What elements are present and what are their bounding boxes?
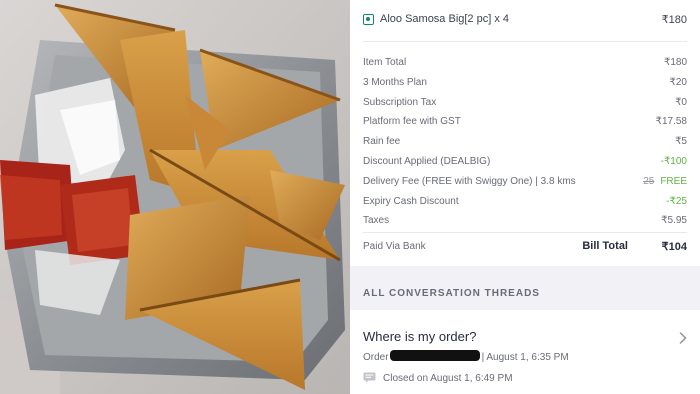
- order-item-row: Aloo Samosa Big[2 pc] x 4 ₹180: [350, 0, 700, 40]
- bill-total-value: ₹104: [661, 241, 687, 253]
- order-details-panel: Aloo Samosa Big[2 pc] x 4 ₹180 Item Tota…: [350, 0, 700, 394]
- order-meta: | August 1, 6:35 PM: [481, 352, 569, 363]
- free-label: FREE: [660, 175, 687, 187]
- food-photo: [0, 0, 350, 394]
- discount-value: -₹100: [660, 155, 687, 167]
- bill-row-label: Subscription Tax: [363, 96, 437, 108]
- bill-row-expiry-cash: Expiry Cash Discount -₹25: [350, 191, 700, 211]
- bill-row-label: Taxes: [363, 215, 390, 227]
- bill-row-discount: Discount Applied (DEALBIG) -₹100: [350, 151, 700, 171]
- bill-row-label: Platform fee with GST: [363, 116, 461, 128]
- delivery-fee-value: 25 FREE: [643, 176, 687, 187]
- bill-row-taxes: Taxes ₹5.95: [350, 210, 700, 230]
- bill-row-value: ₹20: [669, 76, 688, 88]
- bill-row-value: ₹5.95: [661, 215, 687, 227]
- bill-row-label: Rain fee: [363, 136, 401, 148]
- bill-row-value: ₹180: [663, 57, 687, 68]
- bill-details: Item Total ₹180 3 Months Plan ₹20 Subscr…: [350, 52, 700, 230]
- threads-section-header: ALL CONVERSATION THREADS: [350, 266, 700, 310]
- bill-row-platform-fee: Platform fee with GST ₹17.58: [350, 111, 700, 131]
- bill-row-delivery-fee: Delivery Fee (FREE with Swiggy One) | 3.…: [350, 171, 700, 191]
- divider: [363, 232, 687, 233]
- thread-question: Where is my order?: [363, 329, 477, 344]
- bill-row-label: Delivery Fee (FREE with Swiggy One) | 3.…: [363, 175, 576, 187]
- bill-row-label: Discount Applied (DEALBIG): [363, 155, 491, 167]
- conversation-thread[interactable]: Where is my order? Order | August 1, 6:35…: [350, 314, 700, 394]
- divider: [363, 41, 687, 42]
- original-delivery-fee: 25: [643, 175, 655, 187]
- bill-total-label: Bill Total: [582, 240, 628, 252]
- bill-row-value: ₹5: [675, 136, 687, 148]
- bill-row-label: Item Total: [363, 57, 407, 68]
- chat-bubble-icon: [363, 372, 376, 383]
- bill-row-value: ₹0: [675, 96, 687, 108]
- payment-method: Paid Via Bank: [363, 241, 426, 252]
- bill-row-label: Expiry Cash Discount: [363, 195, 459, 207]
- chevron-right-icon[interactable]: [679, 332, 687, 344]
- item-price: ₹180: [661, 14, 687, 26]
- samosa-plate-illustration: [0, 0, 350, 394]
- bill-row-subscription-tax: Subscription Tax ₹0: [350, 92, 700, 112]
- veg-indicator-icon: [363, 14, 374, 25]
- expiry-discount-value: -₹25: [666, 195, 687, 207]
- item-name: Aloo Samosa Big[2 pc] x 4: [380, 13, 510, 25]
- closed-status: Closed on August 1, 6:49 PM: [383, 373, 513, 384]
- order-prefix: Order: [363, 352, 389, 363]
- thread-status: Closed on August 1, 6:49 PM: [363, 372, 513, 384]
- bill-row-value: ₹17.58: [655, 116, 687, 128]
- threads-title: ALL CONVERSATION THREADS: [363, 288, 540, 299]
- redacted-order-id: [389, 350, 480, 361]
- bill-row-label: 3 Months Plan: [363, 76, 427, 88]
- bill-row-rain-fee: Rain fee ₹5: [350, 131, 700, 151]
- thread-order-info: Order | August 1, 6:35 PM: [363, 350, 569, 363]
- bill-row-plan: 3 Months Plan ₹20: [350, 72, 700, 92]
- bill-row-item-total: Item Total ₹180: [350, 52, 700, 72]
- bill-total-row: Paid Via Bank Bill Total ₹104: [350, 234, 700, 260]
